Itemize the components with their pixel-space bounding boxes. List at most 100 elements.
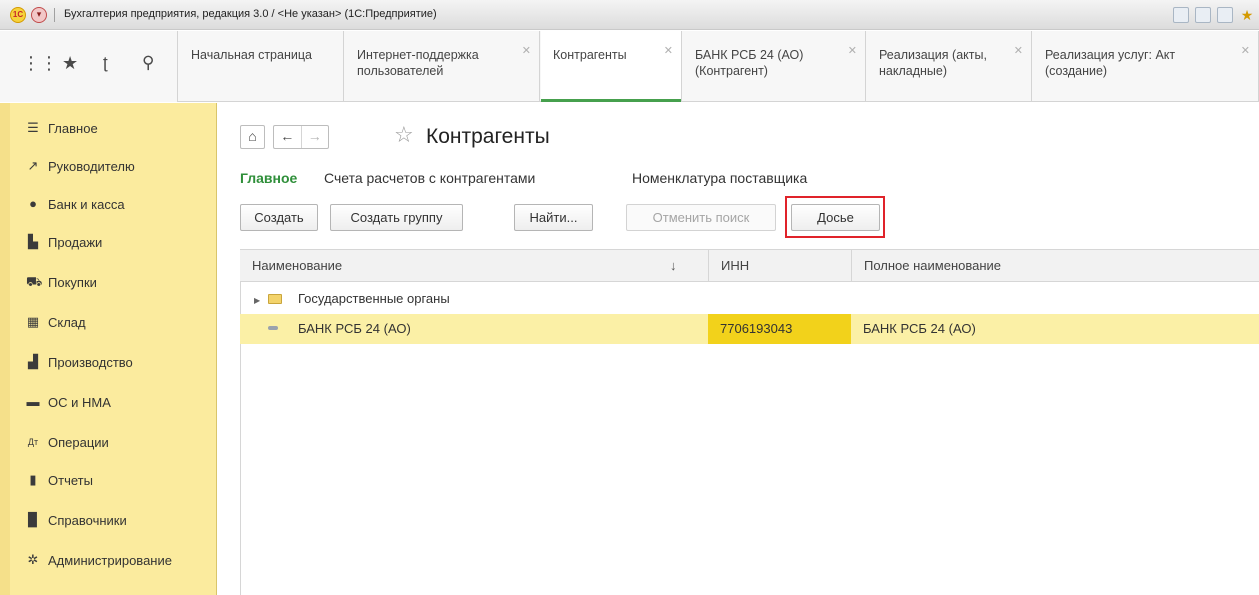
tab-bar: ⋮⋮ ★ ʈ ⚲ Начальная страница Интернет-под…: [0, 31, 1259, 102]
sidebar-item-label: ОС и НМА: [48, 394, 111, 410]
subnav-main[interactable]: Главное: [240, 170, 297, 186]
tab-sales[interactable]: Реализация (акты, накладные) ✕: [867, 31, 1032, 102]
search-icon[interactable]: ⚲: [142, 53, 154, 73]
cancel-search-button[interactable]: Отменить поиск: [626, 204, 776, 231]
home-icon: ⌂: [248, 128, 257, 144]
print-icon[interactable]: [1195, 7, 1211, 23]
back-button[interactable]: ←: [274, 126, 302, 148]
trend-icon: ↗: [27, 158, 39, 173]
find-button[interactable]: Найти...: [514, 204, 593, 231]
table-header: Наименование ↓ ИНН Полное наименование: [240, 249, 1259, 282]
tab-label: Интернет-поддержка пользователей: [357, 48, 479, 78]
grid-icon[interactable]: ⋮⋮: [22, 53, 58, 73]
table-row[interactable]: ▶ Государственные органы: [240, 284, 1259, 314]
sidebar-item-admin[interactable]: ✲ Администрирование: [0, 541, 217, 579]
close-icon[interactable]: ✕: [1241, 43, 1250, 59]
table-row-selected[interactable]: БАНК РСБ 24 (АО) 7706193043 БАНК РСБ 24 …: [240, 314, 1259, 344]
folder-icon: [268, 284, 282, 314]
cart-icon: ⛟: [26, 274, 43, 289]
sidebar-item-directories[interactable]: ▉ Справочники: [0, 501, 217, 539]
sidebar-item-label: Продажи: [48, 234, 103, 250]
sidebar-item-warehouse[interactable]: ▦ Склад: [0, 303, 217, 341]
sidebar-item-purchases[interactable]: ⛟ Покупки: [0, 263, 217, 301]
sidebar-item-label: Справочники: [48, 512, 127, 528]
close-icon[interactable]: ✕: [848, 43, 857, 59]
app-logo-icon: 1С: [10, 7, 26, 23]
tab-counterparties[interactable]: Контрагенты ✕: [541, 31, 682, 102]
column-header-full-name[interactable]: Полное наименование: [851, 250, 1259, 281]
close-icon[interactable]: ✕: [664, 43, 673, 59]
title-toolbar: ★: [1173, 7, 1255, 23]
title-bar: 1С ▾ Бухгалтерия предприятия, редакция 3…: [0, 0, 1259, 30]
tab-label: Контрагенты: [553, 48, 627, 62]
star-icon[interactable]: ★: [62, 53, 78, 73]
quick-panel: ⋮⋮ ★ ʈ ⚲: [0, 31, 178, 102]
shopping-bag-icon: ▙: [28, 234, 38, 249]
dossier-highlight-frame: [785, 196, 885, 238]
sidebar-item-bank[interactable]: ● Банк и касса: [0, 185, 217, 223]
column-header-inn[interactable]: ИНН: [708, 250, 851, 281]
tab-sales-act[interactable]: Реализация услуг: Акт (создание) ✕: [1033, 31, 1259, 102]
item-icon: [268, 314, 278, 344]
main-area: ⌂ ← → ☆ Контрагенты Главное Счета расчет…: [218, 103, 1259, 595]
book-icon: ▉: [28, 512, 38, 527]
expand-triangle-icon[interactable]: ▶: [254, 284, 260, 314]
sidebar-item-label: Руководителю: [48, 158, 135, 174]
subnav-accounts[interactable]: Счета расчетов с контрагентами: [324, 170, 535, 186]
create-button[interactable]: Создать: [240, 204, 318, 231]
sidebar-item-label: Производство: [48, 354, 133, 370]
sidebar-item-label: Покупки: [48, 274, 97, 290]
active-tab-indicator: [541, 99, 681, 102]
close-icon[interactable]: ✕: [1014, 43, 1023, 59]
home-button[interactable]: ⌂: [240, 125, 265, 149]
sidebar-item-label: Склад: [48, 314, 86, 330]
title-separator: [54, 8, 55, 22]
tab-bank[interactable]: БАНК РСБ 24 (АО) (Контрагент) ✕: [683, 31, 866, 102]
add-favorite-icon[interactable]: ☆: [394, 122, 414, 148]
subnav-supplier-nomenclature[interactable]: Номенклатура поставщика: [632, 170, 807, 186]
sidebar-item-label: Отчеты: [48, 472, 93, 488]
sidebar-item-operations[interactable]: Дт Операции: [0, 423, 217, 461]
app-window: 1С ▾ Бухгалтерия предприятия, редакция 3…: [0, 0, 1259, 595]
sidebar-item-label: Главное: [48, 120, 98, 136]
tab-label: Реализация услуг: Акт (создание): [1045, 48, 1176, 78]
sidebar-item-label: Администрирование: [48, 552, 172, 568]
tab-label: Реализация (акты, накладные): [879, 48, 987, 78]
column-header-name[interactable]: Наименование: [240, 250, 708, 281]
tab-home[interactable]: Начальная страница: [179, 31, 344, 102]
row-full-name: БАНК РСБ 24 (АО): [863, 321, 976, 336]
sidebar-item-sales[interactable]: ▙ Продажи: [0, 223, 217, 261]
warehouse-icon: ▦: [26, 314, 40, 329]
menu-lines-icon: ☰: [27, 120, 39, 135]
tab-label: БАНК РСБ 24 (АО) (Контрагент): [695, 48, 804, 78]
page-title: Контрагенты: [426, 125, 550, 148]
window-title: Бухгалтерия предприятия, редакция 3.0 / …: [64, 8, 437, 20]
row-inn: 7706193043: [708, 314, 851, 344]
sort-down-icon[interactable]: ↓: [670, 250, 677, 281]
gear-icon: ✲: [27, 552, 39, 567]
close-icon[interactable]: ✕: [522, 43, 531, 59]
sidebar-item-label: Операции: [48, 434, 109, 450]
main-menu-button[interactable]: ▾: [31, 7, 47, 23]
sidebar-item-manager[interactable]: ↗ Руководителю: [0, 147, 217, 185]
save-icon[interactable]: [1173, 7, 1189, 23]
history-nav: ← →: [273, 125, 329, 149]
preview-icon[interactable]: [1217, 7, 1233, 23]
truck-icon: ▬: [26, 394, 40, 409]
create-group-button[interactable]: Создать группу: [330, 204, 463, 231]
sidebar-item-label: Банк и касса: [48, 196, 125, 212]
sidebar-item-reports[interactable]: ▮ Отчеты: [0, 461, 217, 499]
row-name: БАНК РСБ 24 (АО): [298, 321, 411, 336]
favorites-icon[interactable]: ★: [1239, 7, 1255, 23]
tab-support[interactable]: Интернет-поддержка пользователей ✕: [345, 31, 540, 102]
sidebar-item-production[interactable]: ▟ Производство: [0, 343, 217, 381]
bar-chart-icon: ▮: [29, 472, 37, 487]
forward-button[interactable]: →: [302, 126, 329, 148]
tab-label: Начальная страница: [191, 48, 312, 62]
sections-panel: ☰ Главное ↗ Руководителю ● Банк и касса …: [0, 103, 217, 595]
dt-kt-icon: Дт: [27, 437, 39, 447]
sidebar-item-main[interactable]: ☰ Главное: [0, 109, 217, 147]
sidebar-item-assets[interactable]: ▬ ОС и НМА: [0, 383, 217, 421]
row-name: Государственные органы: [298, 291, 450, 306]
history-icon[interactable]: ʈ: [103, 53, 108, 73]
